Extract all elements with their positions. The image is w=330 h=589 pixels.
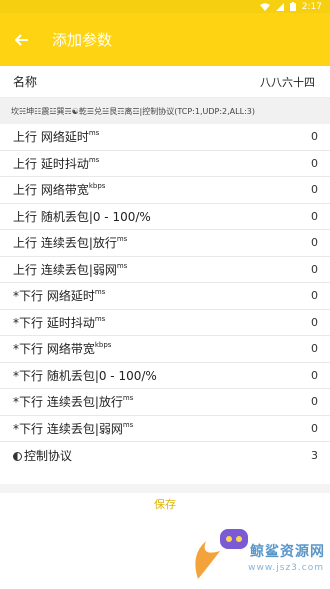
param-row[interactable]: *下行 随机丢包|0 - 100/% 0 (0, 363, 330, 389)
app-bar: 添加参数 (0, 13, 330, 66)
param-value[interactable]: 0 (311, 130, 318, 143)
param-label-text: *下行 随机丢包|0 - 100/% (13, 368, 157, 383)
param-label: 上行 随机丢包|0 - 100/% (13, 208, 151, 225)
back-button[interactable] (0, 13, 44, 66)
param-unit: ms (88, 155, 100, 164)
param-unit: ms (88, 129, 100, 138)
wifi-icon (259, 2, 270, 11)
param-label: 上行 延时抖动ms (13, 155, 99, 172)
param-value[interactable]: 0 (311, 210, 318, 223)
param-value[interactable]: 0 (311, 369, 318, 382)
param-label-text: 上行 连续丢包|放行 (13, 236, 117, 251)
save-label: 保存 (154, 498, 176, 511)
name-value[interactable]: 八八六十四 (260, 74, 315, 90)
param-label-text: 上行 随机丢包|0 - 100/% (13, 209, 151, 224)
param-row[interactable]: 上行 连续丢包|放行ms 0 (0, 230, 330, 257)
param-value[interactable]: 0 (311, 395, 318, 408)
param-label: *下行 网络带宽kbps (13, 340, 111, 357)
param-value[interactable]: 0 (311, 316, 318, 329)
param-label: 上行 网络带宽kbps (13, 181, 105, 198)
param-row[interactable]: *下行 连续丢包|弱网ms 0 (0, 416, 330, 442)
param-label-text: *下行 连续丢包|弱网 (13, 421, 123, 436)
param-row[interactable]: 上行 网络带宽kbps 0 (0, 177, 330, 204)
page-title: 添加参数 (52, 31, 113, 49)
param-row[interactable]: *下行 延时抖动ms 0 (0, 310, 330, 336)
param-label-text: *下行 网络延时 (13, 289, 95, 304)
param-unit: ms (116, 235, 128, 244)
param-row[interactable]: 上行 连续丢包|弱网ms 0 (0, 257, 330, 283)
signal-icon (275, 2, 284, 11)
name-label: 名称 (13, 75, 38, 89)
control-protocol-label: 控制协议 (24, 448, 73, 463)
param-unit: ms (122, 394, 134, 403)
yin-yang-icon (13, 451, 22, 461)
param-label: 上行 连续丢包|放行ms (13, 234, 127, 251)
param-row[interactable]: 上行 网络延时ms 0 (0, 124, 330, 151)
param-row[interactable]: *下行 网络延时ms 0 (0, 283, 330, 310)
status-bar: 2:17 (0, 0, 330, 13)
control-protocol-value[interactable]: 3 (311, 449, 318, 462)
param-row[interactable]: 上行 延时抖动ms 0 (0, 151, 330, 177)
arrow-left-icon (15, 33, 28, 46)
param-value[interactable]: 0 (311, 183, 318, 196)
protocol-hint-text: 坎☵坤☷震☳巽☴☯乾☰兑☱艮☶离☲|控制协议(TCP:1,UDP:2,ALL:3… (11, 106, 255, 116)
watermark: 鲸鲨资源网 www.jsz3.com (180, 507, 330, 585)
param-label: *下行 连续丢包|放行ms (13, 393, 133, 410)
param-unit: ms (94, 314, 106, 323)
param-label-text: *下行 延时抖动 (13, 315, 95, 330)
param-label: 上行 连续丢包|弱网ms (13, 261, 127, 278)
param-label: 上行 网络延时ms (13, 128, 99, 145)
param-value[interactable]: 0 (311, 263, 318, 276)
param-label: *下行 网络延时ms (13, 287, 105, 304)
status-time: 2:17 (301, 1, 322, 12)
name-field[interactable]: 名称 八八六十四 (0, 66, 330, 98)
param-row[interactable]: *下行 连续丢包|放行ms 0 (0, 389, 330, 416)
control-protocol-field[interactable]: 控制协议 3 (0, 442, 330, 469)
param-label: *下行 连续丢包|弱网ms (13, 420, 133, 437)
param-value[interactable]: 0 (311, 157, 318, 170)
param-unit: kbps (94, 341, 112, 350)
param-unit: ms (116, 261, 128, 270)
param-label-text: 上行 延时抖动 (13, 156, 89, 171)
watermark-text: 鲸鲨资源网 (250, 544, 325, 560)
param-label: *下行 延时抖动ms (13, 314, 105, 331)
param-unit: ms (122, 420, 134, 429)
param-value[interactable]: 0 (311, 236, 318, 249)
param-value[interactable]: 0 (311, 422, 318, 435)
param-label-text: 上行 网络延时 (13, 130, 89, 145)
divider (0, 484, 330, 493)
battery-icon (289, 2, 296, 11)
param-label-text: *下行 连续丢包|放行 (13, 395, 123, 410)
param-label-text: *下行 网络带宽 (13, 342, 95, 357)
param-label-text: 上行 连续丢包|弱网 (13, 262, 117, 277)
param-value[interactable]: 0 (311, 342, 318, 355)
watermark-url: www.jsz3.com (248, 563, 324, 573)
param-row[interactable]: *下行 网络带宽kbps 0 (0, 336, 330, 363)
param-label-text: 上行 网络带宽 (13, 183, 89, 198)
protocol-hint: 坎☵坤☷震☳巽☴☯乾☰兑☱艮☶离☲|控制协议(TCP:1,UDP:2,ALL:3… (0, 98, 330, 124)
param-label: *下行 随机丢包|0 - 100/% (13, 367, 157, 384)
param-list: 上行 网络延时ms 0 上行 延时抖动ms 0 上行 网络带宽kbps 0 上行 随机丢包|… (0, 124, 330, 442)
param-value[interactable]: 0 (311, 289, 318, 302)
param-unit: kbps (88, 182, 106, 191)
param-row[interactable]: 上行 随机丢包|0 - 100/% 0 (0, 204, 330, 230)
param-unit: ms (94, 288, 106, 297)
